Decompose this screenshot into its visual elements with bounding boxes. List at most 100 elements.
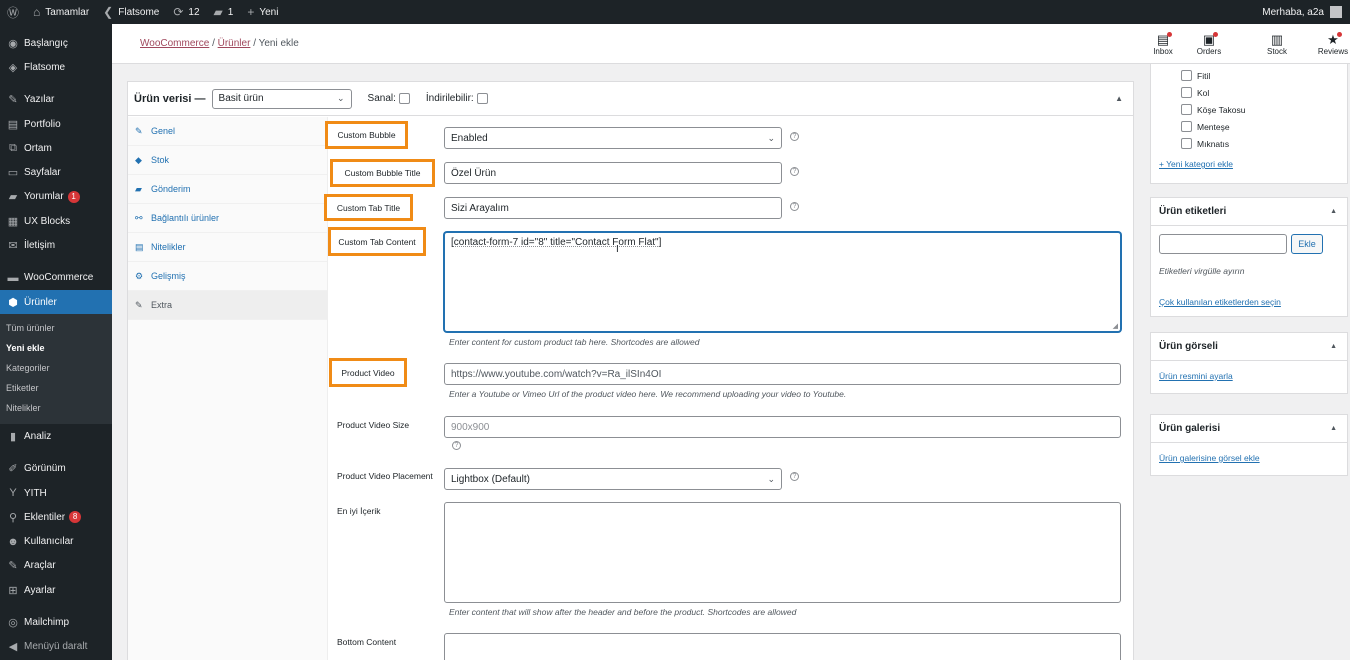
product-video-size-input[interactable]: 900x900 xyxy=(444,416,1121,438)
collapse-arrow-icon[interactable]: ▲ xyxy=(1330,343,1337,350)
settings-icon: ⊞ xyxy=(8,584,18,597)
sidebar-item-pages[interactable]: ▭ Sayfalar xyxy=(0,160,112,184)
sidebar-item-plugins[interactable]: ⚲ Eklentiler 8 xyxy=(0,505,112,529)
sidebar-item-settings[interactable]: ⊞ Ayarlar xyxy=(0,578,112,602)
sidebar-item-mailchimp[interactable]: ◎ Mailchimp xyxy=(0,610,112,634)
sidebar-item-woocommerce[interactable]: ▬ WooCommerce xyxy=(0,266,112,290)
breadcrumb-woocommerce[interactable]: WooCommerce xyxy=(140,38,209,49)
submenu-attributes[interactable]: Nitelikler xyxy=(0,398,112,418)
chevron-down-icon: ⌄ xyxy=(336,93,345,103)
comments-link[interactable]: ▰ 1 xyxy=(207,0,241,24)
bottom-content-textarea[interactable] xyxy=(444,633,1121,660)
tab-linked-products[interactable]: ⚯ Bağlantılı ürünler xyxy=(128,204,327,233)
tag-input[interactable] xyxy=(1159,234,1287,254)
add-tag-button[interactable]: Ekle xyxy=(1291,234,1323,254)
plugins-icon: ⚲ xyxy=(8,511,18,524)
tab-inventory[interactable]: ◆ Stok xyxy=(128,146,327,175)
category-checkbox[interactable] xyxy=(1181,138,1192,149)
product-video-placement-select[interactable]: Lightbox (Default) ⌄ xyxy=(444,468,782,490)
product-tags-header[interactable]: Ürün etiketleri ▲ xyxy=(1151,198,1347,226)
orders-button[interactable]: ▣ Orders xyxy=(1188,28,1230,60)
product-type-select[interactable]: Basit ürün ⌄ xyxy=(211,88,352,109)
popular-tags-link[interactable]: Çok kullanılan etiketlerden seçin xyxy=(1159,297,1281,307)
sidebar-item-portfolio[interactable]: ▤ Portfolio xyxy=(0,112,112,136)
site-name-link[interactable]: ⌂ Tamamlar xyxy=(26,0,96,24)
help-icon[interactable]: ? xyxy=(790,167,799,176)
submenu-tags[interactable]: Etiketler xyxy=(0,378,112,398)
submenu-all-products[interactable]: Tüm ürünler xyxy=(0,318,112,338)
help-icon[interactable]: ? xyxy=(452,441,461,450)
submenu-add-new[interactable]: Yeni ekle xyxy=(0,338,112,358)
add-category-link[interactable]: + Yeni kategori ekle xyxy=(1159,159,1233,169)
help-icon[interactable]: ? xyxy=(790,202,799,211)
theme-chevron-icon: ❮ xyxy=(103,5,114,19)
sidebar-item-ux-blocks[interactable]: ▦ UX Blocks xyxy=(0,209,112,233)
category-checkbox[interactable] xyxy=(1181,104,1192,115)
product-gallery-header[interactable]: Ürün galerisi ▲ xyxy=(1151,415,1347,443)
inbox-button[interactable]: ▤ Inbox xyxy=(1142,28,1184,60)
submenu-categories[interactable]: Kategoriler xyxy=(0,358,112,378)
downloadable-checkbox[interactable] xyxy=(476,92,488,104)
category-item[interactable]: Kol xyxy=(1151,84,1347,101)
stock-button[interactable]: ▥ Stock xyxy=(1256,28,1298,60)
sidebar-item-products[interactable]: ⬢ Ürünler xyxy=(0,289,112,315)
virtual-label: Sanal: xyxy=(368,92,410,104)
new-content-link[interactable]: + Yeni xyxy=(240,0,285,24)
resize-handle-icon[interactable]: ◢ xyxy=(1113,322,1118,330)
collapse-arrow-icon[interactable]: ▲ xyxy=(1330,425,1337,432)
tab-shipping[interactable]: ▰ Gönderim xyxy=(128,175,327,204)
product-image-header[interactable]: Ürün görseli ▲ xyxy=(1151,333,1347,361)
custom-bubble-select[interactable]: Enabled ⌄ xyxy=(444,127,782,149)
sidebar-collapse-menu[interactable]: ◀ Menüyü daralt xyxy=(0,635,112,659)
reviews-button[interactable]: ★ Reviews xyxy=(1312,28,1350,60)
sidebar-item-media[interactable]: ⧉ Ortam xyxy=(0,136,112,160)
sidebar-item-appearance[interactable]: ✐ Görünüm xyxy=(0,457,112,481)
tab-general[interactable]: ✎ Genel xyxy=(128,117,327,146)
sidebar-item-yith[interactable]: Y YITH xyxy=(0,481,112,505)
sidebar-item-flatsome[interactable]: ◈ Flatsome xyxy=(0,55,112,79)
sidebar-item-tools[interactable]: ✎ Araçlar xyxy=(0,554,112,578)
custom-tab-title-input[interactable]: Sizi Arayalım xyxy=(444,197,782,219)
category-item[interactable]: Fitil xyxy=(1151,67,1347,84)
account-menu[interactable]: Merhaba, a2a xyxy=(1262,0,1342,24)
mailchimp-icon: ◎ xyxy=(8,616,18,629)
sidebar-item-users[interactable]: ☻ Kullanıcılar xyxy=(0,529,112,553)
breadcrumb-products[interactable]: Ürünler xyxy=(218,38,251,49)
category-checkbox[interactable] xyxy=(1181,70,1192,81)
collapse-arrow-icon[interactable]: ▲ xyxy=(1330,208,1337,215)
product-data-panel: Ürün verisi — Basit ürün ⌄ Sanal: İndiril… xyxy=(127,81,1134,660)
theme-link[interactable]: ❮ Flatsome xyxy=(96,0,166,24)
sidebar-item-contact[interactable]: ✉ İletişim xyxy=(0,233,112,257)
breadcrumb: WooCommerce / Ürünler / Yeni ekle xyxy=(140,38,299,49)
product-video-input[interactable]: https://www.youtube.com/watch?v=Ra_ilSIn… xyxy=(444,363,1121,385)
help-icon[interactable]: ? xyxy=(790,132,799,141)
stock-icon: ▥ xyxy=(1270,31,1284,47)
wordpress-logo[interactable]: Ⓦ xyxy=(0,0,26,24)
add-gallery-images-link[interactable]: Ürün galerisine görsel ekle xyxy=(1159,453,1260,463)
set-product-image-link[interactable]: Ürün resmini ayarla xyxy=(1159,371,1233,381)
updates-link[interactable]: ⟳ 12 xyxy=(166,0,206,24)
sidebar-item-comments[interactable]: ▰ Yorumlar 1 xyxy=(0,185,112,209)
sidebar-item-analytics[interactable]: ▮ Analiz xyxy=(0,424,112,448)
product-gallery-box: Ürün galerisi ▲ Ürün galerisine görsel ek… xyxy=(1150,414,1348,476)
custom-bubble-title-input[interactable]: Özel Ürün xyxy=(444,162,782,184)
panel-toggle-icon[interactable]: ▲ xyxy=(1115,94,1123,103)
category-item[interactable]: Mıknatıs xyxy=(1151,135,1347,152)
sidebar-item-dashboard[interactable]: ◉ Başlangıç xyxy=(0,31,112,55)
custom-bubble-title-label: Custom Bubble Title xyxy=(330,159,435,187)
mail-icon: ✉ xyxy=(8,240,18,253)
tools-icon: ✎ xyxy=(8,560,18,573)
tab-advanced[interactable]: ⚙ Gelişmiş xyxy=(128,262,327,291)
category-checkbox[interactable] xyxy=(1181,121,1192,132)
chevron-down-icon: ⌄ xyxy=(767,473,775,484)
tab-extra[interactable]: ✎ Extra xyxy=(128,291,327,320)
category-item[interactable]: Menteşe xyxy=(1151,118,1347,135)
virtual-checkbox[interactable] xyxy=(398,92,410,104)
help-icon[interactable]: ? xyxy=(790,472,799,481)
custom-tab-content-textarea[interactable]: [contact-form-7 id="8" title="Contact Fo… xyxy=(444,232,1121,332)
category-item[interactable]: Köşe Takosu xyxy=(1151,101,1347,118)
top-content-textarea[interactable] xyxy=(444,502,1121,603)
tab-attributes[interactable]: ▤ Nitelikler xyxy=(128,233,327,262)
category-checkbox[interactable] xyxy=(1181,87,1192,98)
sidebar-item-posts[interactable]: ✎ Yazılar xyxy=(0,88,112,112)
